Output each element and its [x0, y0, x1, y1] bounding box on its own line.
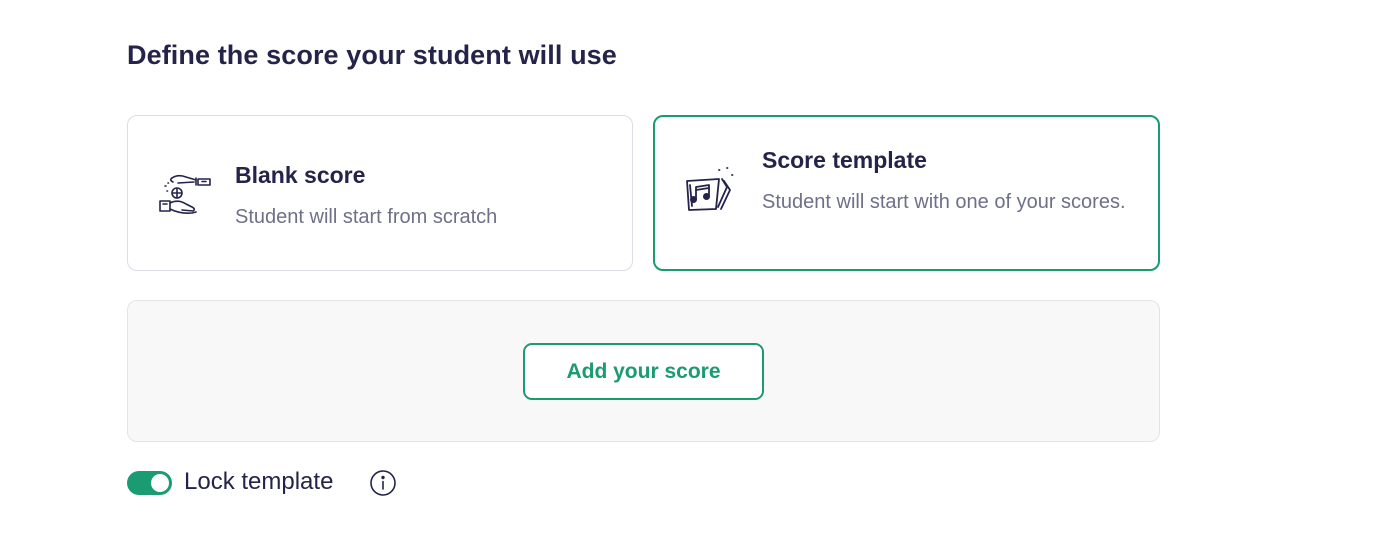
page-title: Define the score your student will use	[127, 40, 617, 70]
lock-template-label: Lock template	[184, 468, 334, 495]
score-template-title: Score template	[762, 147, 927, 173]
blank-score-title: Blank score	[235, 162, 366, 188]
toggle-knob	[151, 474, 169, 492]
score-setup-page: Define the score your student will use B…	[0, 0, 1400, 560]
sheet-music-icon	[686, 167, 734, 211]
info-icon[interactable]	[369, 469, 397, 497]
score-template-option[interactable]: Score template Student will start with o…	[653, 115, 1160, 271]
score-upload-panel: Add your score	[127, 300, 1160, 442]
lock-template-toggle[interactable]	[127, 471, 172, 495]
score-template-description: Student will start with one of your scor…	[762, 191, 1126, 213]
hands-plus-icon	[159, 174, 211, 214]
add-your-score-button[interactable]: Add your score	[523, 343, 764, 400]
blank-score-description: Student will start from scratch	[235, 206, 498, 228]
blank-score-option[interactable]: Blank score Student will start from scra…	[127, 115, 633, 271]
